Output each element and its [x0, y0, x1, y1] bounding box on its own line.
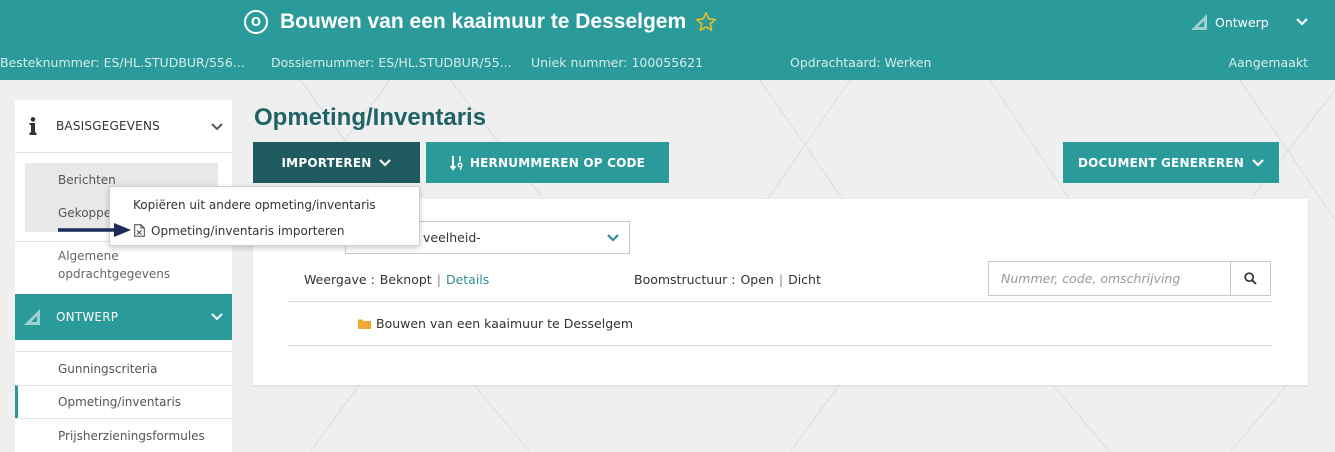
sidebar-section-basisgegevens[interactable]: BASISGEGEVENS [15, 100, 232, 152]
sidebar-item-label: Gunningscriteria [58, 361, 158, 376]
sidebar-item-label: Prijsherzieningsformules [58, 428, 205, 443]
info-icon [29, 117, 37, 135]
search-button[interactable] [1230, 261, 1271, 296]
divider [288, 345, 1272, 346]
phase-dropdown[interactable]: Ontwerp [1190, 8, 1308, 36]
divider [15, 152, 232, 153]
sidebar-section-ontwerp[interactable]: ONTWERP [15, 294, 232, 340]
separator: | [778, 272, 784, 287]
chevron-down-icon [379, 158, 392, 167]
import-button[interactable]: IMPORTEREN [253, 142, 420, 183]
chevron-down-icon [211, 123, 223, 131]
project-title: Bouwen van een kaaimuur te Desselgem [280, 10, 687, 33]
uniek-nummer: Uniek nummer: 100055621 [531, 55, 704, 70]
document-icon [134, 224, 145, 237]
sidebar-item-algemene-opdrachtgegevens[interactable]: Algemene opdrachtgegevens [58, 247, 188, 283]
chevron-down-icon [1296, 18, 1308, 26]
chevron-down-icon [607, 234, 619, 242]
import-button-label: IMPORTEREN [281, 155, 372, 170]
menu-item-import-inventory[interactable]: Opmeting/inventaris importeren [110, 219, 419, 243]
arrow-right-icon [58, 223, 131, 237]
sidebar-item-label: Opmeting/inventaris [58, 395, 182, 409]
sidebar-item-gekoppeld[interactable]: Gekoppe [58, 204, 111, 222]
set-square-icon [24, 309, 40, 325]
sidebar-section-label: ONTWERP [56, 310, 119, 324]
tree-option-dicht[interactable]: Dicht [788, 271, 821, 289]
status-badge: O [244, 10, 268, 34]
renumber-button-label: HERNUMMEREN OP CODE [469, 155, 646, 170]
generate-document-button[interactable]: DOCUMENT GENEREREN [1063, 142, 1279, 183]
sidebar: BASISGEGEVENS Berichten Gekoppe Algemene… [15, 100, 232, 452]
dossiernummer: Dossiernummer: ES/HL.STUDBUR/55... [271, 55, 512, 70]
set-square-icon [1191, 14, 1207, 30]
view-mode-toggle: Weergave : Beknopt | Details [304, 271, 489, 289]
status-letter: O [250, 15, 262, 29]
separator: | [436, 272, 441, 287]
sidebar-item-berichten[interactable]: Berichten [58, 171, 116, 189]
search-icon [1244, 272, 1257, 285]
project-header: O Bouwen van een kaaimuur te Desselgem O… [0, 0, 1335, 80]
status-text: Aangemaakt [1228, 55, 1308, 70]
view-option-details[interactable]: Details [446, 271, 489, 289]
besteknummer: Besteknummer: ES/HL.STUDBUR/556... [0, 55, 245, 70]
generate-button-label: DOCUMENT GENEREREN [1077, 155, 1245, 170]
tree-option-open[interactable]: Open [740, 271, 773, 289]
page-title: Opmeting/Inventaris [254, 104, 487, 131]
menu-item-copy-from-other[interactable]: Kopiëren uit andere opmeting/inventaris [110, 193, 419, 217]
divider [288, 301, 1272, 302]
sidebar-item-prijsherzieningsformules[interactable]: Prijsherzieningsformules [15, 418, 232, 452]
tree-structure-toggle: Boomstructuur : Open | Dicht [634, 271, 821, 289]
sort-numeric-icon [449, 155, 463, 171]
project-title-wrap: Bouwen van een kaaimuur te Desselgem [280, 7, 717, 37]
search-input[interactable] [988, 261, 1231, 296]
star-icon[interactable] [695, 11, 717, 33]
folder-icon [358, 319, 371, 329]
chevron-down-icon [1252, 158, 1264, 167]
phase-label: Ontwerp [1215, 14, 1269, 30]
renumber-by-code-button[interactable]: HERNUMMEREN OP CODE [426, 142, 669, 183]
view-mode-label: Weergave : [304, 272, 375, 287]
sidebar-item-opmeting-inventaris[interactable]: Opmeting/inventaris [15, 385, 232, 418]
tree-node-root[interactable]: Bouwen van een kaaimuur te Desselgem [376, 316, 633, 332]
filter-select-value: veelheid- [423, 230, 481, 245]
view-option-beknopt[interactable]: Beknopt [380, 271, 432, 289]
menu-item-label: Opmeting/inventaris importeren [151, 224, 345, 238]
tree-structure-label: Boomstructuur : [634, 272, 736, 287]
sidebar-item-gunningscriteria[interactable]: Gunningscriteria [15, 351, 232, 385]
opdrachtaard: Opdrachtaard: Werken [790, 55, 932, 70]
menu-item-label: Kopiëren uit andere opmeting/inventaris [133, 198, 376, 212]
sidebar-section-label: BASISGEGEVENS [56, 119, 160, 133]
import-menu: Kopiëren uit andere opmeting/inventaris … [109, 186, 420, 246]
chevron-down-icon [211, 313, 223, 321]
